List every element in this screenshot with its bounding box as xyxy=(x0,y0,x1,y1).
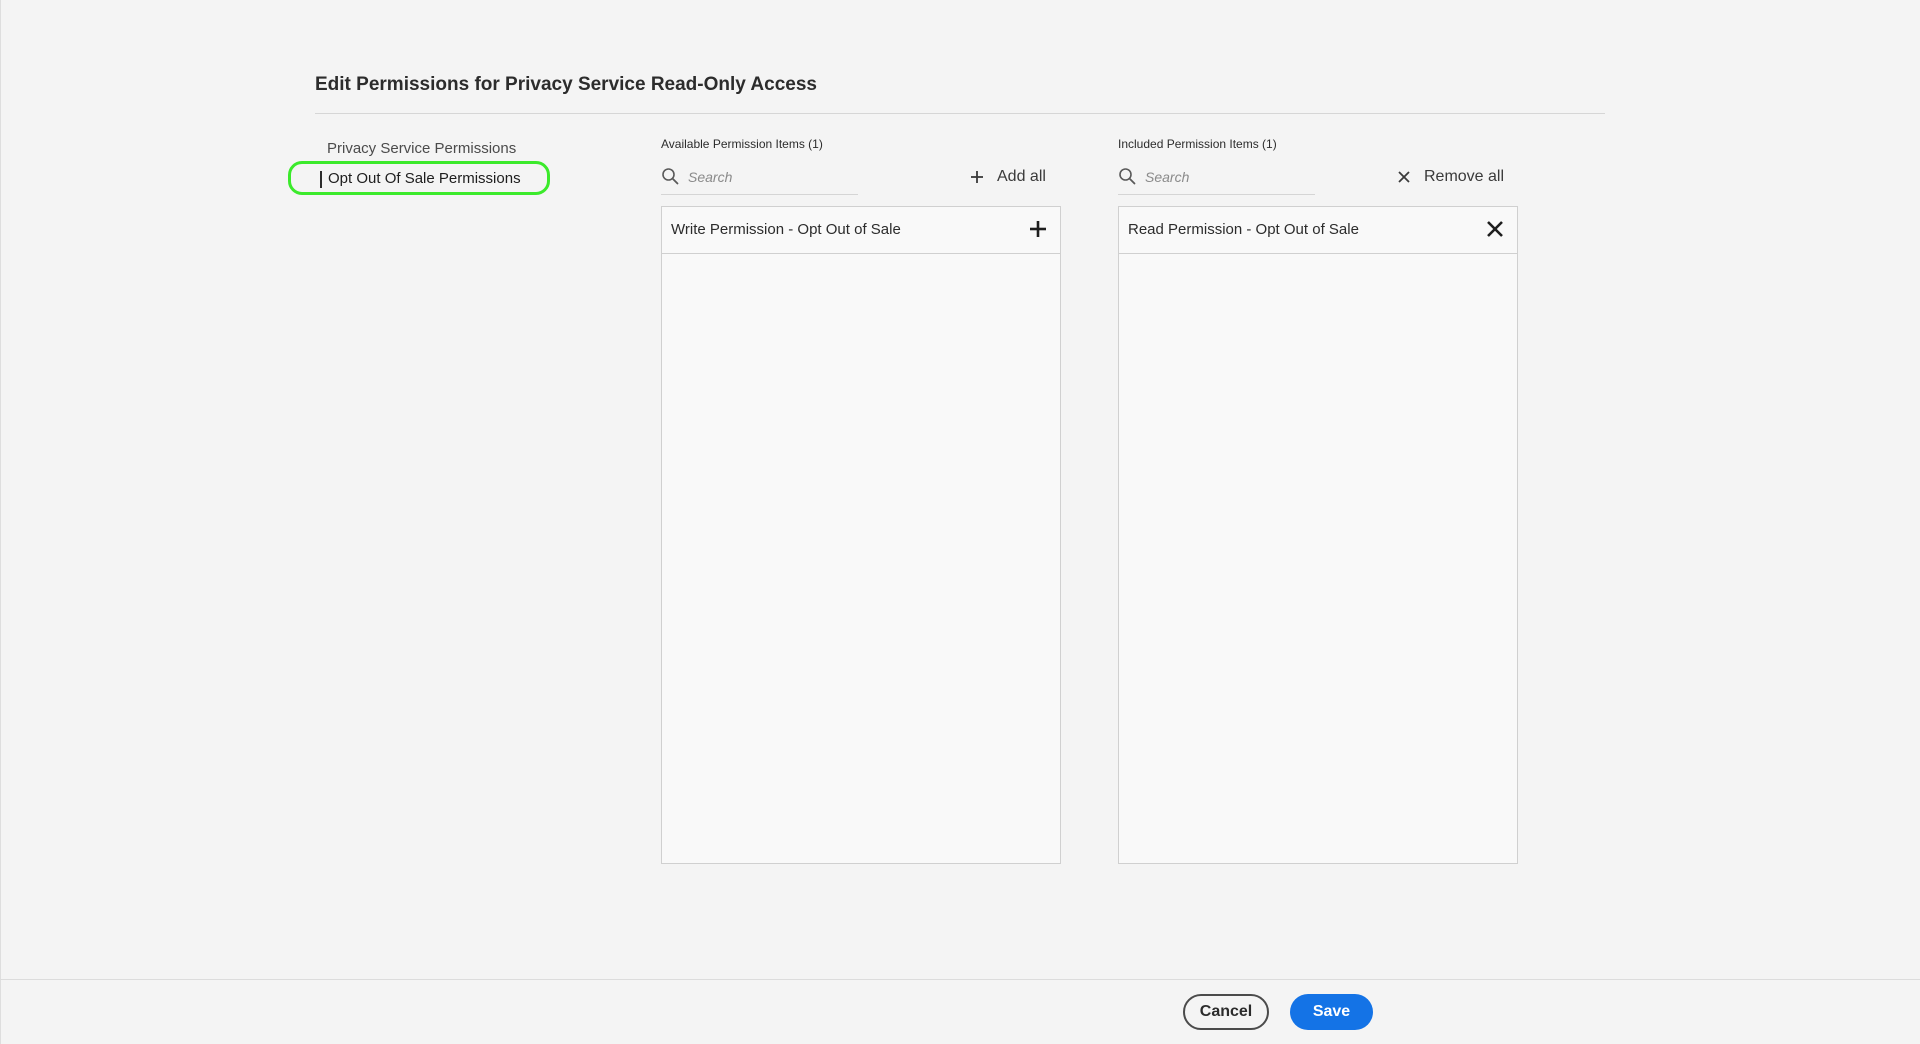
included-items-list: Read Permission - Opt Out of Sale xyxy=(1118,206,1518,864)
included-search-input[interactable] xyxy=(1145,166,1310,188)
category-item-label: Opt Out Of Sale Permissions xyxy=(328,170,521,187)
list-item[interactable]: Write Permission - Opt Out of Sale xyxy=(662,207,1060,254)
category-item-opt-out-of-sale[interactable]: Opt Out Of Sale Permissions xyxy=(288,161,550,195)
search-icon xyxy=(1119,168,1136,185)
cancel-button[interactable]: Cancel xyxy=(1183,994,1269,1030)
add-all-label: Add all xyxy=(997,168,1046,185)
save-button[interactable]: Save xyxy=(1290,994,1373,1030)
remove-all-label: Remove all xyxy=(1424,168,1505,185)
close-icon[interactable] xyxy=(1485,219,1505,239)
plus-icon xyxy=(971,171,983,183)
available-search-input[interactable] xyxy=(688,166,853,188)
list-item-label: Read Permission - Opt Out of Sale xyxy=(1128,221,1359,238)
available-search xyxy=(661,166,858,195)
available-items-list: Write Permission - Opt Out of Sale xyxy=(661,206,1061,864)
included-items-label: Included Permission Items (1) xyxy=(1118,137,1277,151)
category-heading: Privacy Service Permissions xyxy=(327,140,517,157)
edit-permissions-dialog: Edit Permissions for Privacy Service Rea… xyxy=(0,0,1920,1044)
list-item-label: Write Permission - Opt Out of Sale xyxy=(671,221,901,238)
close-icon xyxy=(1398,171,1410,183)
search-icon xyxy=(662,168,679,185)
plus-icon[interactable] xyxy=(1028,219,1048,239)
dialog-title: Edit Permissions for Privacy Service Rea… xyxy=(315,74,817,95)
included-search xyxy=(1118,166,1315,195)
remove-all-button[interactable]: Remove all xyxy=(1396,166,1504,188)
selected-marker xyxy=(320,171,322,188)
list-item[interactable]: Read Permission - Opt Out of Sale xyxy=(1119,207,1517,254)
window-edge xyxy=(0,0,1,1044)
title-divider xyxy=(315,113,1605,114)
footer-divider xyxy=(0,979,1920,980)
add-all-button[interactable]: Add all xyxy=(969,166,1046,188)
available-items-label: Available Permission Items (1) xyxy=(661,137,823,151)
